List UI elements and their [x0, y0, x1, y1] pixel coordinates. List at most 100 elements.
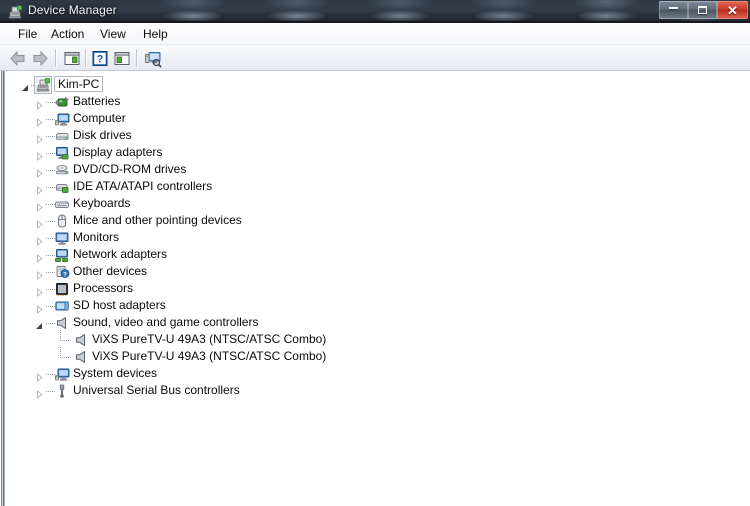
computer-monitor-icon — [54, 366, 70, 382]
back-arrow-icon[interactable] — [8, 49, 28, 68]
tree-item-label: Computer — [73, 111, 126, 125]
tree-item-label: Disk drives — [73, 128, 132, 142]
svg-text:?: ? — [63, 271, 67, 278]
toolbar-separator-3 — [136, 49, 138, 67]
speaker-icon — [54, 315, 70, 331]
mouse-icon — [54, 213, 70, 229]
tree-item-kim-pc[interactable]: Kim-PC — [8, 76, 750, 94]
properties-icon[interactable] — [62, 49, 82, 68]
tree-item-processors[interactable]: Processors — [8, 280, 750, 298]
monitor-icon — [54, 230, 70, 246]
tree-item-label: SD host adapters — [73, 298, 166, 312]
window-left-edge — [0, 71, 8, 506]
tree-item-dvd-cd-rom-drives[interactable]: DVD/CD-ROM drives — [8, 161, 750, 179]
tree-item-display-adapters[interactable]: Display adapters — [8, 144, 750, 162]
menu-view[interactable]: View — [94, 26, 132, 42]
expand-triangle-icon[interactable] — [35, 114, 44, 128]
tree-item-batteries[interactable]: Batteries — [8, 93, 750, 111]
speaker-icon — [73, 349, 89, 365]
expand-triangle-icon[interactable] — [35, 250, 44, 264]
battery-icon — [54, 94, 70, 110]
minimize-icon — [660, 2, 687, 18]
expand-triangle-icon[interactable] — [35, 386, 44, 400]
device-manager-window: Device Manager ✕ File Action View Help ?… — [0, 0, 750, 506]
tree-item-disk-drives[interactable]: Disk drives — [8, 127, 750, 145]
close-button[interactable]: ✕ — [717, 1, 748, 19]
tree-item-vixs-puretv-u-49a3-2[interactable]: ViXS PureTV-U 49A3 (NTSC/ATSC Combo) — [8, 347, 750, 365]
ide-controller-icon — [54, 179, 70, 195]
expand-triangle-icon[interactable] — [35, 97, 44, 111]
minimize-button[interactable] — [659, 1, 688, 19]
disk-drive-icon — [54, 128, 70, 144]
svg-text:?: ? — [97, 53, 104, 65]
expand-triangle-icon[interactable] — [35, 199, 44, 213]
update-driver-icon[interactable] — [112, 49, 132, 68]
tree-item-vixs-puretv-u-49a3-1[interactable]: ViXS PureTV-U 49A3 (NTSC/ATSC Combo) — [8, 330, 750, 348]
tree-item-label: Batteries — [73, 94, 121, 108]
expand-triangle-icon[interactable] — [35, 369, 44, 383]
tree-item-label: IDE ATA/ATAPI controllers — [73, 179, 213, 193]
tree-item-other-devices[interactable]: ? Other devices — [8, 263, 750, 281]
sd-host-adapter-icon — [54, 298, 70, 314]
menu-file[interactable]: File — [12, 26, 43, 42]
keyboard-icon — [54, 196, 70, 212]
expand-triangle-icon[interactable] — [35, 216, 44, 230]
collapse-triangle-icon[interactable] — [35, 318, 44, 329]
forward-arrow-icon[interactable] — [30, 49, 50, 68]
tree-item-universal-serial-bus-controllers[interactable]: Universal Serial Bus controllers — [8, 382, 750, 400]
tree-item-label: Network adapters — [73, 247, 168, 261]
tree-item-sound-video-and-game-controllers[interactable]: Sound, video and game controllers — [8, 314, 750, 331]
tree-item-label: Sound, video and game controllers — [73, 315, 259, 329]
tree-item-sd-host-adapters[interactable]: SD host adapters — [8, 297, 750, 315]
help-icon[interactable]: ? — [90, 49, 110, 68]
menu-action[interactable]: Action — [45, 26, 90, 42]
toolbar-separator-1 — [55, 49, 57, 67]
usb-icon — [54, 383, 70, 399]
expand-triangle-icon[interactable] — [35, 233, 44, 247]
maximize-button[interactable] — [688, 1, 717, 19]
scan-hardware-changes-icon[interactable] — [143, 49, 163, 68]
tree-item-label: Display adapters — [73, 145, 163, 159]
computer-icon — [34, 76, 52, 94]
expand-triangle-icon[interactable] — [35, 165, 44, 179]
toolbar: ? — [0, 45, 750, 71]
network-adapter-icon — [54, 247, 70, 263]
menu-bar: File Action View Help — [0, 23, 750, 45]
title-bar[interactable]: Device Manager ✕ — [0, 0, 750, 23]
expand-triangle-icon[interactable] — [35, 148, 44, 162]
expand-triangle-icon[interactable] — [35, 301, 44, 315]
tree-item-network-adapters[interactable]: Network adapters — [8, 246, 750, 264]
tree-item-label: Mice and other pointing devices — [73, 213, 242, 227]
expand-triangle-icon[interactable] — [35, 182, 44, 196]
menu-help[interactable]: Help — [137, 26, 174, 42]
tree-item-label: Other devices — [73, 264, 148, 278]
tree-item-ide-ata-atapi-controllers[interactable]: IDE ATA/ATAPI controllers — [8, 178, 750, 196]
collapse-triangle-icon[interactable] — [21, 80, 30, 91]
tree-item-monitors[interactable]: Monitors — [8, 229, 750, 247]
maximize-icon — [689, 2, 716, 18]
unknown-device-icon: ? — [54, 264, 70, 280]
tree-item-label: Monitors — [73, 230, 120, 244]
device-tree-panel: Kim-PC Batteries Computer Disk drives Di… — [0, 71, 750, 506]
tree-item-label: Keyboards — [73, 196, 131, 210]
tree-item-label: ViXS PureTV-U 49A3 (NTSC/ATSC Combo) — [92, 349, 327, 363]
expand-triangle-icon[interactable] — [35, 284, 44, 298]
display-adapter-icon — [54, 145, 70, 161]
expand-triangle-icon[interactable] — [35, 267, 44, 281]
tree-item-computer[interactable]: Computer — [8, 110, 750, 128]
tree-item-keyboards[interactable]: Keyboards — [8, 195, 750, 213]
tree-item-label: System devices — [73, 366, 158, 380]
window-title: Device Manager — [28, 3, 117, 17]
tree-connector-horizontal — [60, 340, 70, 341]
tree-item-system-devices[interactable]: System devices — [8, 365, 750, 383]
tree-item-label: ViXS PureTV-U 49A3 (NTSC/ATSC Combo) — [92, 332, 327, 346]
toolbar-separator-2 — [85, 49, 87, 67]
speaker-icon — [73, 332, 89, 348]
expand-triangle-icon[interactable] — [35, 131, 44, 145]
tree-item-mice-and-other-pointing-devices[interactable]: Mice and other pointing devices — [8, 212, 750, 230]
optical-drive-icon — [54, 162, 70, 178]
tree-item-label: Processors — [73, 281, 134, 295]
tree-connector-horizontal — [60, 357, 70, 358]
tree-item-label: DVD/CD-ROM drives — [73, 162, 187, 176]
device-manager-icon — [7, 4, 23, 20]
